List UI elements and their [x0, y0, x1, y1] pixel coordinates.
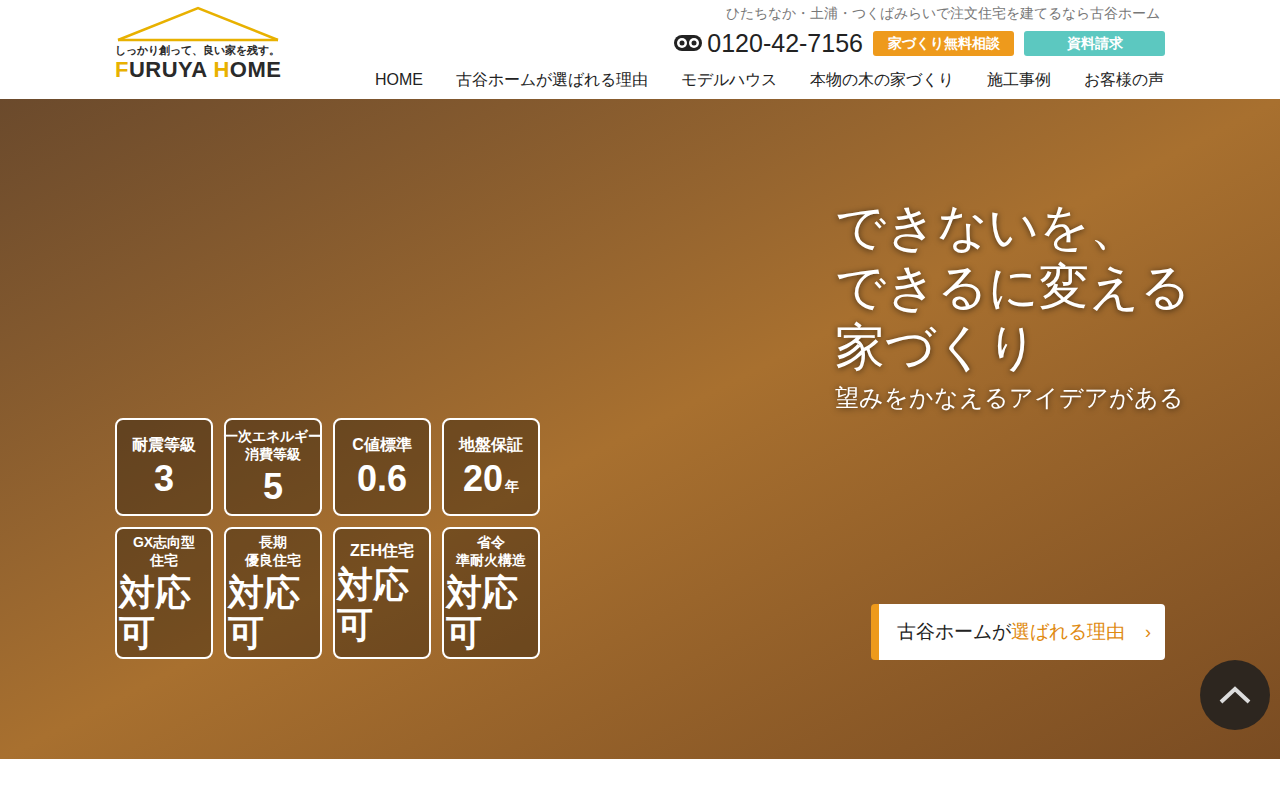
nav-item[interactable]: 古谷ホームが選ばれる理由 — [456, 69, 648, 91]
badge: 地盤保証20年 — [442, 418, 540, 516]
badge: 長期優良住宅対応可 — [224, 527, 322, 659]
nav-item[interactable]: HOME — [375, 69, 423, 91]
nav-item[interactable]: 本物の木の家づくり — [810, 69, 954, 91]
freedial-icon — [673, 34, 703, 52]
main-nav: HOME 古谷ホームが選ばれる理由 モデルハウス 本物の木の家づくり 施工事例 お客様の声 — [375, 69, 1165, 91]
phone[interactable]: 0120-42-7156 — [673, 29, 863, 57]
nav-item[interactable]: モデルハウス — [681, 69, 777, 91]
badge: 耐震等級3 — [115, 418, 213, 516]
headline-line: 家づくり — [835, 317, 1165, 377]
site-header: しっかり創って、良い家を残す。FURUYA HOME ひたちなか・土浦・つくばみら… — [0, 0, 1280, 99]
reason-button[interactable]: 古谷ホームが選ばれる理由› — [871, 604, 1165, 660]
logo-name: FURUYA HOME — [115, 57, 281, 83]
badge-grid: 耐震等級3一次エネルギー消費等級5C値標準0.6地盤保証20年 GX志向型住宅対応… — [115, 418, 540, 659]
page: しっかり創って、良い家を残す。FURUYA HOME ひたちなか・土浦・つくばみら… — [0, 0, 1280, 800]
badge: 一次エネルギー消費等級5 — [224, 418, 322, 516]
badge: 省令準耐火構造対応可 — [442, 527, 540, 659]
headline-line: できないを、 — [835, 197, 1165, 257]
hero-copy: できないを、できるに変える家づくり望みをかなえるアイデアがある — [835, 197, 1165, 415]
scroll-top-button[interactable] — [1200, 660, 1270, 730]
badge: C値標準0.6 — [333, 418, 431, 516]
badge: ZEH住宅対応可 — [333, 527, 431, 659]
top-text: ひたちなか・土浦・つくばみらいで注文住宅を建てるなら古谷ホーム — [726, 4, 1165, 22]
badge: GX志向型住宅対応可 — [115, 527, 213, 659]
hero-subtitle: 望みをかなえるアイデアがある — [835, 381, 1165, 415]
hero: 耐震等級3一次エネルギー消費等級5C値標準0.6地盤保証20年 GX志向型住宅対応… — [0, 99, 1280, 759]
logo-tagline: しっかり創って、良い家を残す。 — [115, 43, 280, 57]
chevron-up-icon — [1218, 685, 1252, 705]
headline-line: できるに変える — [835, 257, 1165, 317]
header-button[interactable]: 家づくり無料相談 — [873, 31, 1014, 56]
header-button[interactable]: 資料請求 — [1024, 31, 1165, 56]
logo[interactable]: しっかり創って、良い家を残す。FURUYA HOME — [115, 0, 285, 99]
nav-item[interactable]: 施工事例 — [987, 69, 1051, 91]
house-roof-icon — [116, 6, 280, 42]
nav-item[interactable]: お客様の声 — [1084, 69, 1164, 91]
